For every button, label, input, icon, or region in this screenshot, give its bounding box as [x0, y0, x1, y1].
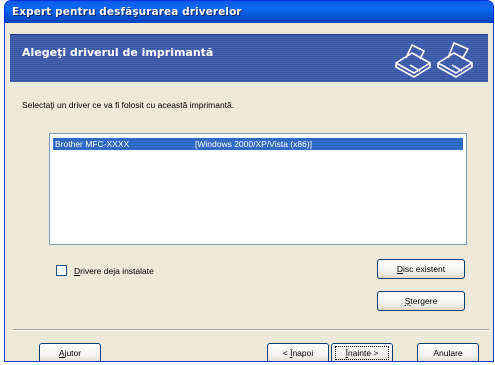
list-item[interactable]: Brother MFC-XXXX [Windows 2000/XP/Vista … [53, 138, 463, 150]
header-banner: Alegeţi driverul de imprimantă [10, 34, 488, 82]
installed-drivers-checkbox[interactable] [56, 265, 67, 276]
title-bar[interactable]: Expert pentru desfăşurarea driverelor [5, 1, 493, 23]
wizard-window: Expert pentru desfăşurarea driverelor Al… [4, 0, 494, 362]
driver-platform: [Windows 2000/XP/Vista (x86)] [195, 139, 313, 149]
focus-rect [335, 346, 389, 360]
driver-list[interactable]: Brother MFC-XXXX [Windows 2000/XP/Vista … [49, 133, 467, 245]
back-button[interactable]: < Înapoi [267, 343, 329, 361]
page-title: Alegeţi driverul de imprimantă [22, 46, 214, 59]
driver-name: Brother MFC-XXXX [55, 139, 130, 149]
separator [13, 329, 489, 331]
printer-icon [395, 42, 473, 78]
installed-drivers-label: Drivere deja instalate [74, 266, 154, 276]
instruction-text: Selectaţi un driver ce va fi folosit cu … [22, 100, 235, 110]
delete-button[interactable]: Ştergere [377, 291, 465, 311]
have-disk-button[interactable]: Disc existent [377, 259, 465, 279]
help-button[interactable]: Ajutor [39, 343, 101, 361]
window-title: Expert pentru desfăşurarea driverelor [12, 6, 242, 18]
cancel-button[interactable]: Anulare [417, 343, 479, 361]
next-button[interactable]: Înainte > [331, 343, 393, 361]
